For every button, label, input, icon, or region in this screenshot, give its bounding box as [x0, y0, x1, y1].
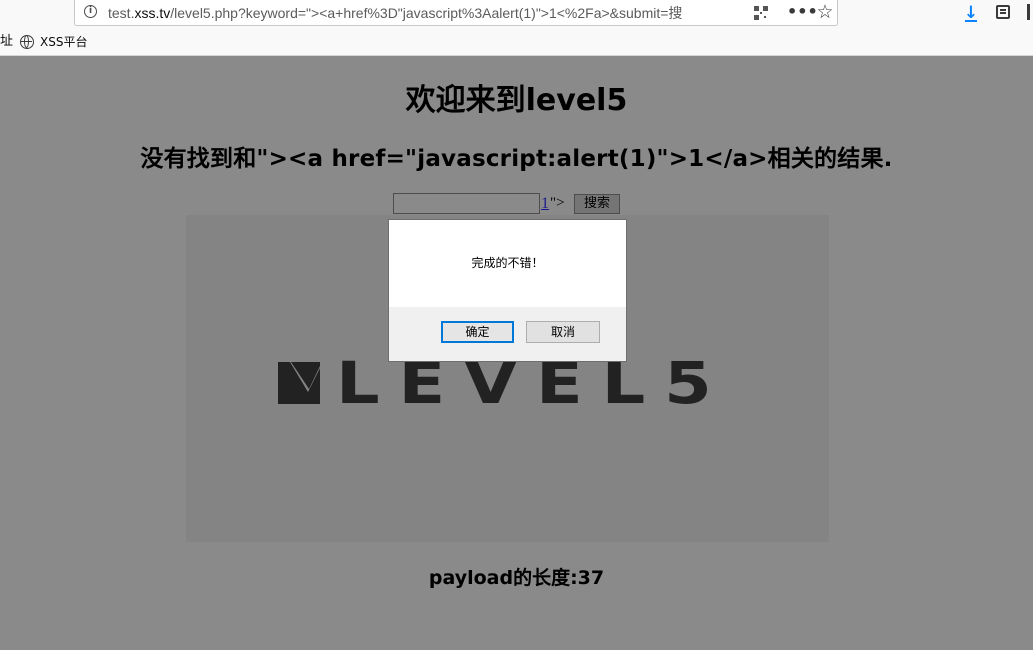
injected-link[interactable]: 1	[541, 193, 549, 214]
globe-icon	[20, 35, 34, 49]
bookmarks-bar: 址 XSS平台	[0, 28, 1033, 56]
dialog-body: 完成的不错！	[389, 220, 626, 307]
more-icon[interactable]: •••	[787, 1, 818, 23]
ok-button[interactable]: 确定	[441, 321, 514, 343]
search-button[interactable]: 搜索	[574, 194, 620, 214]
url-path: /level5.php?keyword="><a+href%3D"javascr…	[170, 5, 683, 21]
url-domain: xss.tv	[134, 5, 171, 21]
url-prefix: test.	[108, 5, 135, 21]
info-icon[interactable]: i	[84, 5, 97, 18]
alert-dialog: 完成的不错！ 确定 取消	[388, 219, 627, 362]
level5-logo-icon	[278, 362, 320, 404]
library-icon[interactable]	[996, 5, 1010, 19]
url-text[interactable]: test.xss.tv/level5.php?keyword="><a+href…	[108, 4, 726, 22]
browser-toolbar: i test.xss.tv/level5.php?keyword="><a+hr…	[0, 0, 1033, 28]
cancel-button[interactable]: 取消	[526, 321, 600, 343]
payload-length: payload的长度:37	[428, 567, 605, 589]
injected-tail-text: ">	[550, 195, 565, 211]
qr-code-icon[interactable]	[754, 6, 768, 20]
bookmark-cut-label[interactable]: 址	[0, 35, 13, 49]
download-icon[interactable]: ↓	[962, 3, 980, 23]
address-bar[interactable]: i test.xss.tv/level5.php?keyword="><a+hr…	[74, 0, 838, 26]
level5-logo-text: LEVEL5	[336, 349, 731, 417]
bookmark-label: XSS平台	[40, 35, 88, 49]
dialog-message: 完成的不错！	[471, 256, 544, 270]
search-result-text: 没有找到和"><a href="javascript:alert(1)">1</…	[140, 146, 893, 172]
search-input[interactable]	[393, 193, 540, 214]
star-icon[interactable]: ☆	[815, 1, 835, 23]
page-title: 欢迎来到level5	[405, 83, 628, 118]
menu-icon[interactable]	[1027, 4, 1030, 20]
